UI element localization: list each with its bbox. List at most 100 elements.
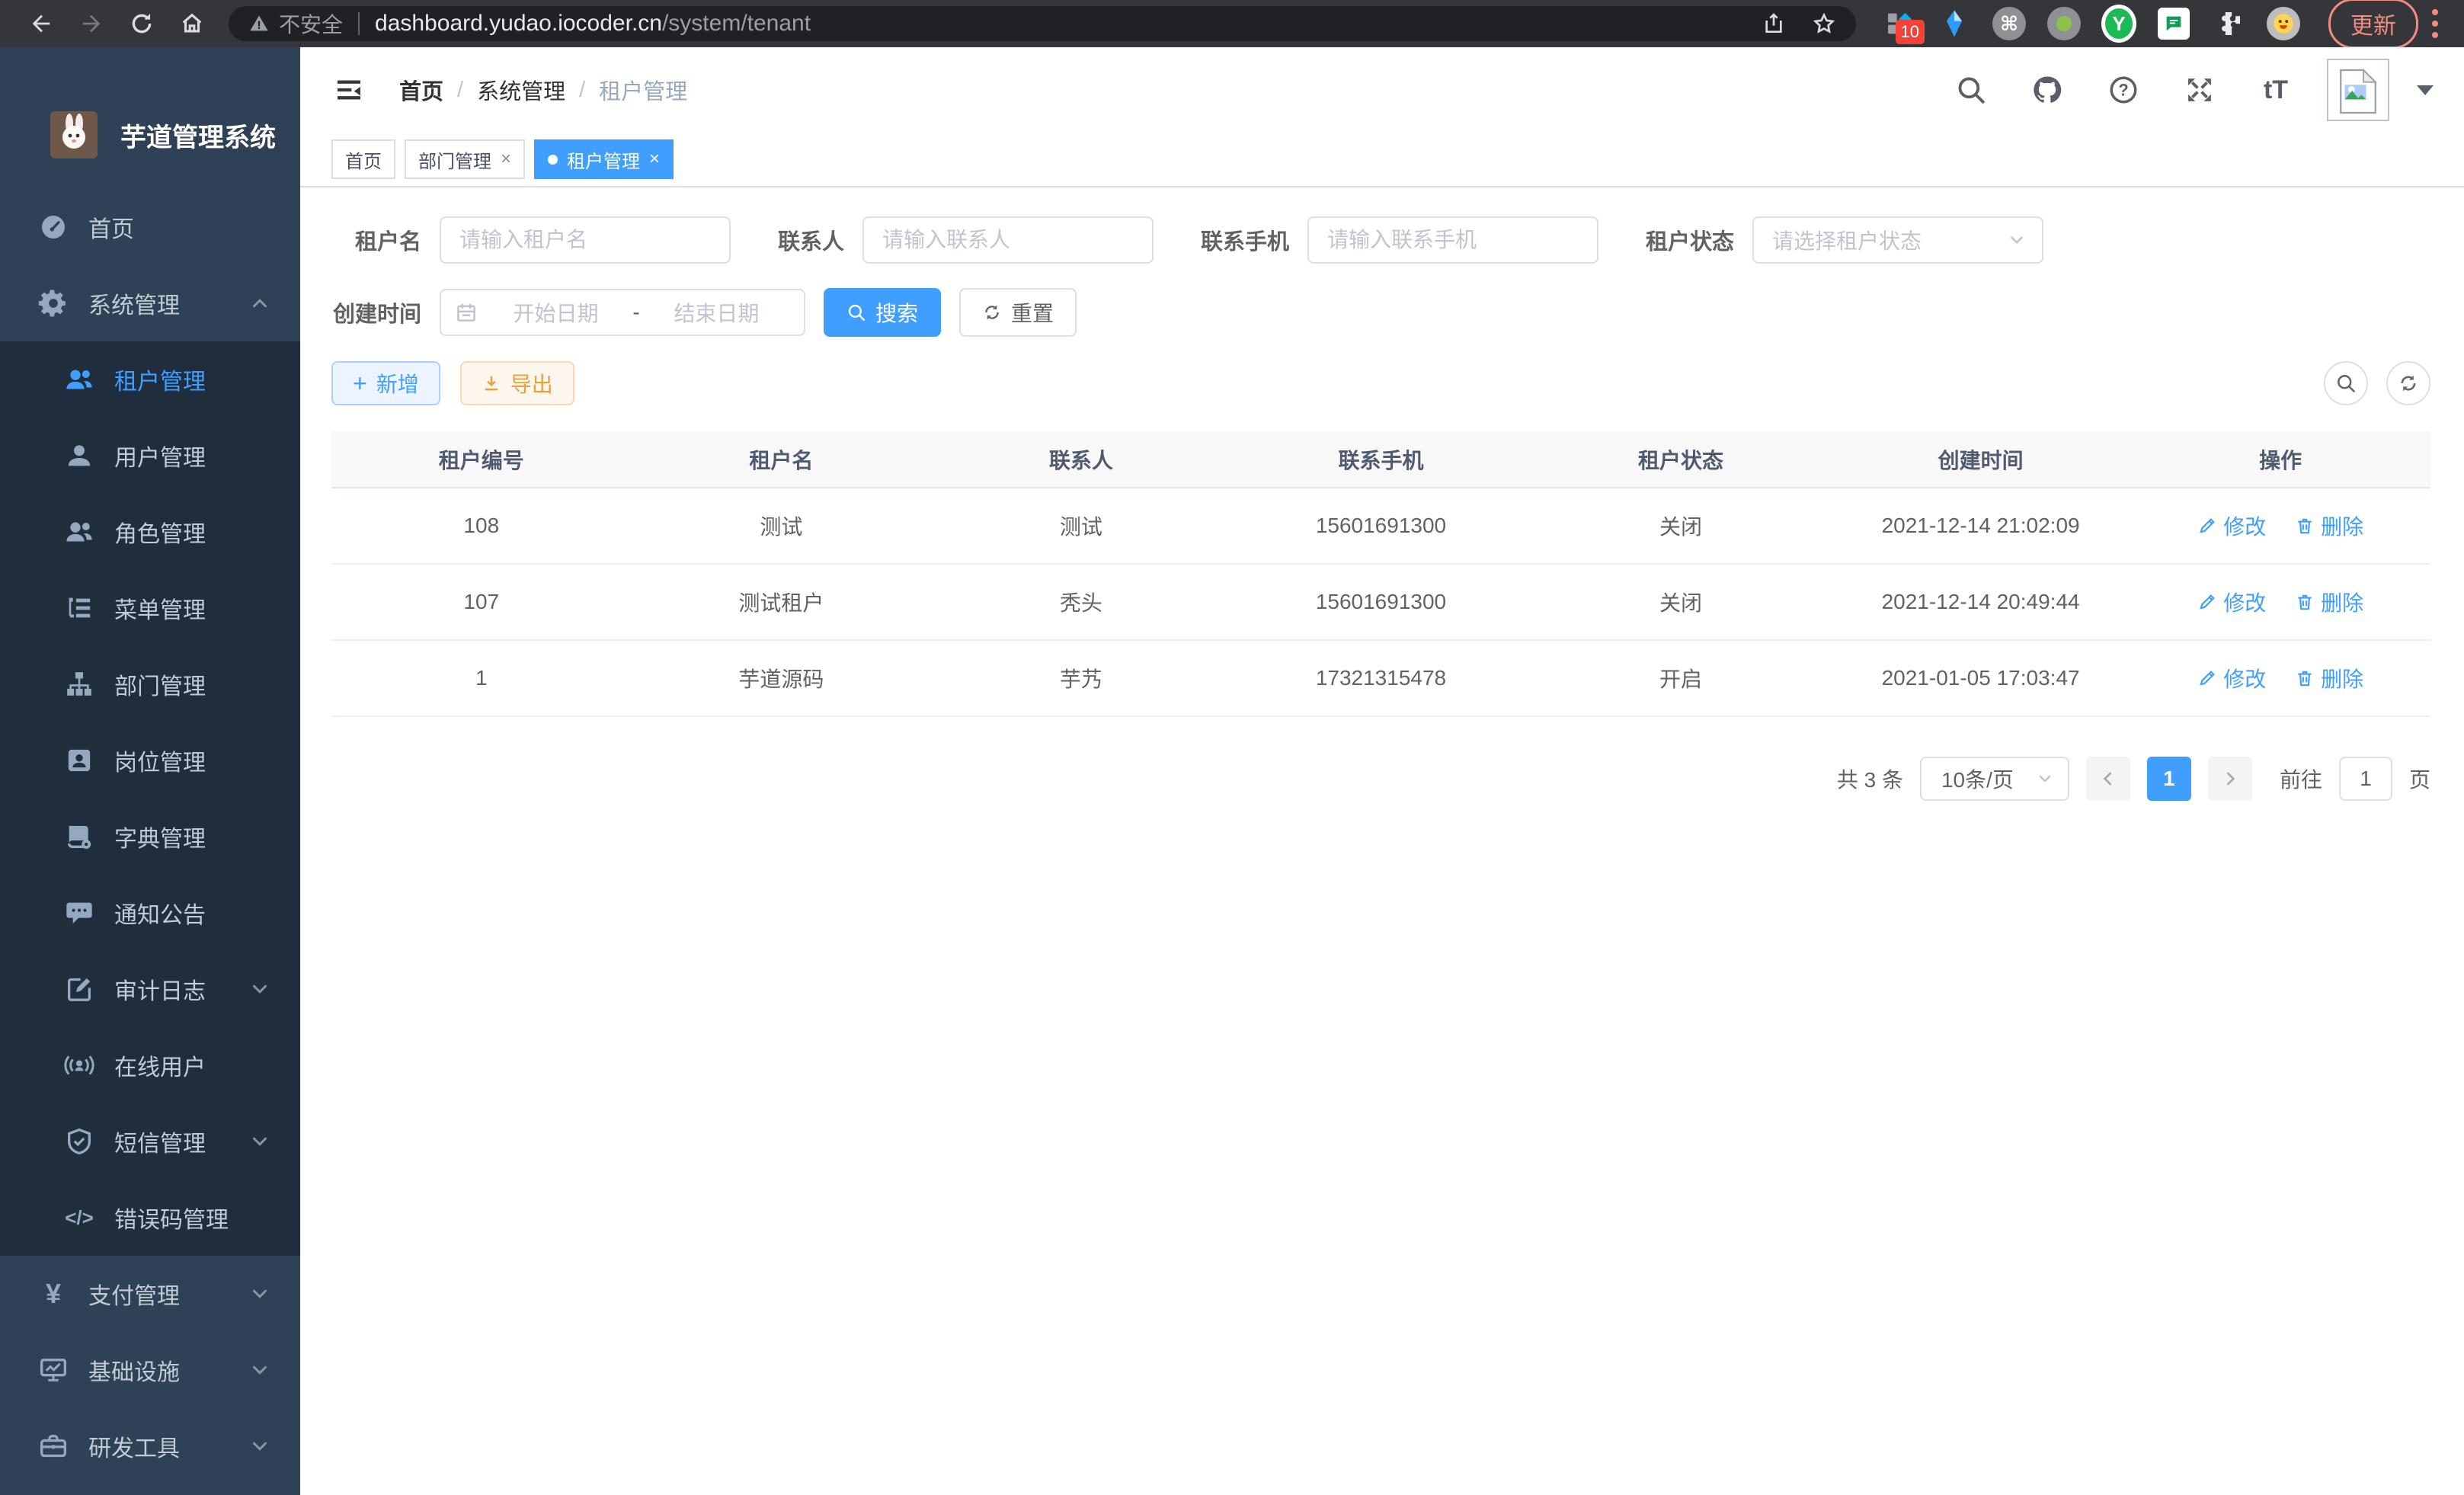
browser-home-button[interactable] xyxy=(171,5,213,42)
browser-reload-button[interactable] xyxy=(120,5,163,42)
calendar-icon xyxy=(455,301,478,324)
next-page-button[interactable] xyxy=(2208,757,2252,801)
breadcrumb-home[interactable]: 首页 xyxy=(399,74,443,106)
help-icon[interactable]: ? xyxy=(2098,65,2149,115)
github-icon[interactable] xyxy=(2022,65,2072,115)
warning-icon xyxy=(248,13,270,34)
extension-grid-icon[interactable]: 10 xyxy=(1882,6,1917,41)
user-icon xyxy=(62,439,96,472)
status-select[interactable]: 请选择租户状态 xyxy=(1752,216,2043,264)
sidebar-item-user[interactable]: 用户管理 xyxy=(0,418,300,494)
refresh-table-button[interactable] xyxy=(2386,361,2430,405)
dot-extension-icon[interactable] xyxy=(2046,6,2082,41)
end-date-placeholder: 结束日期 xyxy=(643,297,790,328)
add-button[interactable]: + 新增 xyxy=(331,361,440,405)
breadcrumb-system[interactable]: 系统管理 xyxy=(477,74,565,106)
tenant-name-input[interactable] xyxy=(440,216,731,264)
start-date-placeholder: 开始日期 xyxy=(482,297,629,328)
col-status: 租户状态 xyxy=(1531,431,1831,488)
dictionary-icon xyxy=(62,820,96,853)
bookmark-star-icon[interactable] xyxy=(1812,11,1836,36)
sidebar-item-dict[interactable]: 字典管理 xyxy=(0,799,300,875)
edit-link[interactable]: 修改 xyxy=(2197,663,2266,693)
status-text: 开启 xyxy=(1531,640,1831,716)
edit-link[interactable]: 修改 xyxy=(2197,511,2266,541)
fullscreen-icon[interactable] xyxy=(2174,65,2225,115)
avatar[interactable] xyxy=(2327,59,2389,121)
delete-link[interactable]: 删除 xyxy=(2295,663,2363,693)
users-icon xyxy=(62,515,96,549)
app-title: 芋道管理系统 xyxy=(120,117,276,154)
table-row: 1 芋道源码 芋艿 17321315478 开启 2021-01-05 17:0… xyxy=(331,640,2430,716)
current-page[interactable]: 1 xyxy=(2147,757,2191,801)
delete-link[interactable]: 删除 xyxy=(2295,587,2363,617)
tab-dept[interactable]: 部门管理 × xyxy=(405,139,525,179)
share-icon[interactable] xyxy=(1762,11,1786,36)
browser-menu-icon[interactable] xyxy=(2426,9,2444,38)
browser-forward-button[interactable] xyxy=(70,5,113,42)
browser-update-button[interactable]: 更新 xyxy=(2328,0,2418,49)
sidebar-item-notice[interactable]: 通知公告 xyxy=(0,875,300,951)
table-row: 108 测试 测试 15601691300 关闭 2021-12-14 21:0… xyxy=(331,488,2430,564)
goto-page-input[interactable] xyxy=(2339,757,2392,801)
sidebar-item-home[interactable]: 首页 xyxy=(0,189,300,265)
close-icon[interactable]: × xyxy=(649,150,660,168)
yen-icon: ¥ xyxy=(37,1277,70,1311)
page-size-select[interactable]: 10条/页 xyxy=(1920,757,2069,801)
security-label: 不安全 xyxy=(279,8,343,39)
emoji-extension-icon[interactable] xyxy=(2266,6,2301,41)
app-logo[interactable]: 芋道管理系统 xyxy=(0,47,300,189)
search-icon xyxy=(846,303,866,322)
sidebar-item-sms[interactable]: 短信管理 xyxy=(0,1103,300,1180)
delete-link[interactable]: 删除 xyxy=(2295,511,2363,541)
puzzle-extension-icon[interactable] xyxy=(2211,6,2246,41)
avatar-caret-icon[interactable] xyxy=(2417,85,2434,95)
breadcrumb-current: 租户管理 xyxy=(599,74,687,106)
sidebar-item-role[interactable]: 角色管理 xyxy=(0,494,300,570)
command-extension-icon[interactable]: ⌘ xyxy=(1992,6,2027,41)
y-extension-icon[interactable]: Y xyxy=(2101,6,2136,41)
total-count: 共 3 条 xyxy=(1837,764,1903,794)
chat-extension-icon[interactable] xyxy=(2156,6,2191,41)
date-range-picker[interactable]: 开始日期 - 结束日期 xyxy=(440,289,805,336)
sidebar-item-pay[interactable]: ¥ 支付管理 xyxy=(0,1256,300,1332)
sidebar-item-dev-tools[interactable]: 研发工具 xyxy=(0,1408,300,1484)
sidebar-item-dept[interactable]: 部门管理 xyxy=(0,646,300,722)
mobile-label: 联系手机 xyxy=(1201,224,1289,256)
svg-text:?: ? xyxy=(2118,80,2128,99)
edit-link[interactable]: 修改 xyxy=(2197,587,2266,617)
tab-home[interactable]: 首页 xyxy=(331,139,395,179)
sidebar-item-menu[interactable]: 菜单管理 xyxy=(0,570,300,646)
header-search-icon[interactable] xyxy=(1946,65,1996,115)
reset-button[interactable]: 重置 xyxy=(959,288,1077,337)
sidebar-item-system[interactable]: 系统管理 xyxy=(0,265,300,341)
browser-back-button[interactable] xyxy=(20,5,62,42)
code-icon: </> xyxy=(62,1201,96,1234)
status-text: 关闭 xyxy=(1531,488,1831,564)
contact-input[interactable] xyxy=(862,216,1154,264)
col-mobile: 联系手机 xyxy=(1231,431,1531,488)
address-bar[interactable]: 不安全 dashboard.yudao.iocoder.cn/system/te… xyxy=(229,6,1856,41)
close-icon[interactable]: × xyxy=(501,150,511,168)
sidebar-item-audit-log[interactable]: 审计日志 xyxy=(0,951,300,1027)
divider xyxy=(358,12,360,35)
font-size-icon[interactable]: tT xyxy=(2251,65,2301,115)
browser-toolbar: 不安全 dashboard.yudao.iocoder.cn/system/te… xyxy=(0,0,2464,47)
toggle-search-button[interactable] xyxy=(2324,361,2368,405)
site-security-chip[interactable]: 不安全 xyxy=(248,8,343,39)
sidebar-item-tenant[interactable]: 租户管理 xyxy=(0,341,300,418)
col-tenant-name: 租户名 xyxy=(632,431,932,488)
sidebar-item-post[interactable]: 岗位管理 xyxy=(0,722,300,799)
export-button[interactable]: 导出 xyxy=(460,361,574,405)
prev-page-button[interactable] xyxy=(2086,757,2130,801)
kite-extension-icon[interactable] xyxy=(1937,6,1972,41)
sidebar-item-error-code[interactable]: </> 错误码管理 xyxy=(0,1180,300,1256)
mobile-input[interactable] xyxy=(1307,216,1598,264)
sidebar-item-online-users[interactable]: 在线用户 xyxy=(0,1027,300,1103)
search-button[interactable]: 搜索 xyxy=(824,288,941,337)
tab-tenant[interactable]: 租户管理 × xyxy=(534,139,674,179)
sidebar-collapse-icon[interactable] xyxy=(331,72,367,108)
extension-badge: 10 xyxy=(1896,20,1925,44)
chevron-up-icon xyxy=(248,292,271,315)
sidebar-item-infra[interactable]: 基础设施 xyxy=(0,1332,300,1408)
